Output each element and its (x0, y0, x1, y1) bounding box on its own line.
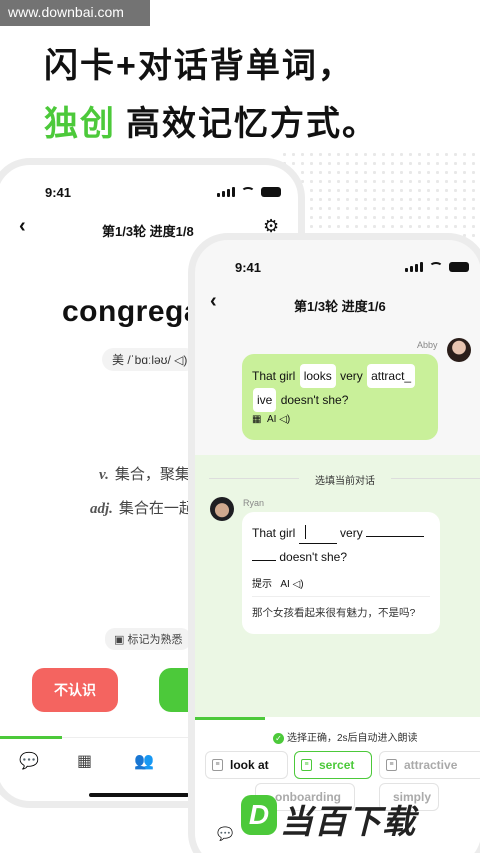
sentence-word: very (340, 369, 363, 383)
ai-speak-button[interactable]: AI ◁) (280, 579, 303, 590)
message-bubble-ryan: That girl very doesn't she? 提示 AI ◁) 那个女… (242, 512, 440, 634)
sentence-word: That girl (252, 369, 296, 383)
mark-familiar-label: 标记为熟悉 (127, 634, 183, 646)
option-icon: ≡ (301, 759, 312, 771)
status-icons (217, 187, 281, 197)
signal-icon (217, 187, 235, 197)
option-label: sercet (319, 758, 355, 772)
sentence-word: very (340, 526, 363, 540)
word-chip[interactable]: looks (299, 364, 336, 388)
option-attractive[interactable]: ≡ attractive (379, 751, 480, 779)
battery-icon (261, 187, 281, 197)
option-sercet[interactable]: ≡ sercet (294, 751, 372, 779)
fill-blank[interactable] (252, 560, 276, 561)
chat-icon[interactable]: 💬 (19, 751, 39, 771)
translation-text: 那个女孩看起来很有魅力，不是吗? (252, 607, 416, 619)
chat-icon[interactable]: 💬 (217, 826, 233, 842)
sentence-word: doesn't she? (280, 393, 349, 407)
nav-title: 第1/3轮 进度1/6 (294, 299, 386, 314)
sentence-word: doesn't she? (279, 550, 348, 564)
feedback-text: 选择正确，2s后自动进入朗读 (287, 733, 418, 744)
feedback-message: ✓ 选择正确，2s后自动进入朗读 (273, 729, 418, 744)
word-chip[interactable]: attract_ (367, 364, 416, 388)
divider (252, 596, 430, 597)
brand-name: 当百下载 (280, 803, 416, 840)
fill-blank[interactable] (298, 523, 337, 544)
phone-dialogue: 9:41 ‹ 第1/3轮 进度1/6 Abby That girl looks … (188, 233, 480, 853)
ai-speak-button[interactable]: AI ◁) (267, 414, 290, 425)
definition-text: 集合，聚集 (114, 466, 190, 483)
status-time: 9:41 (235, 260, 262, 275)
option-look-at[interactable]: ≡ look at (205, 751, 288, 779)
translate-icon[interactable]: ▦ (252, 414, 261, 425)
definition-1: v. 集合，聚集 (99, 463, 190, 484)
word-chip[interactable]: ive (253, 388, 277, 412)
mark-familiar-button[interactable]: ▣ 标记为熟悉 (105, 628, 192, 650)
option-label: look at (230, 758, 269, 772)
headline-rest: 高效记忆方式。 (126, 105, 378, 143)
headline-line1: 闪卡+对话背单词， (44, 47, 354, 85)
status-icons (405, 262, 469, 272)
hint-button[interactable]: 提示 (252, 579, 272, 590)
definition-pos: adj. (90, 501, 113, 517)
wifi-icon (241, 187, 255, 197)
back-icon[interactable]: ‹ (210, 290, 217, 313)
fill-blank[interactable] (366, 536, 425, 537)
watermark-url: www.downbai.com (0, 0, 150, 26)
battery-icon (449, 262, 469, 272)
option-label: attractive (404, 758, 458, 772)
unknown-button[interactable]: 不认识 (32, 668, 118, 712)
option-icon: ≡ (212, 759, 223, 771)
headline-accent: 独创 (44, 105, 116, 143)
text-cursor (304, 525, 306, 539)
tabbar-active-indicator (0, 736, 62, 739)
headline-line2: 独创 高效记忆方式。 (44, 96, 378, 145)
phonetic-button[interactable]: 美 /ˈbɑːləʊ/ ◁) (102, 348, 198, 371)
section-title: 选填当前对话 (315, 476, 375, 487)
grid-icon[interactable]: ▦ (77, 751, 92, 771)
speaker-name-abby: Abby (417, 340, 438, 350)
check-icon: ✓ (273, 733, 284, 744)
speaker-name-ryan: Ryan (243, 498, 265, 508)
definition-pos: v. (99, 467, 109, 483)
status-time: 9:41 (45, 185, 72, 200)
signal-icon (405, 262, 423, 272)
message-bubble-abby: That girl looks very attract_ ive doesn'… (242, 354, 438, 440)
sentence-word: That girl (252, 526, 296, 540)
wifi-icon (429, 262, 443, 272)
home-indicator (89, 793, 189, 797)
back-icon[interactable]: ‹ (19, 215, 26, 238)
avatar-ryan (210, 497, 234, 521)
progress-bar (195, 717, 265, 720)
option-icon: ≡ (386, 759, 397, 771)
avatar-abby (447, 338, 471, 362)
nav-title: 第1/3轮 进度1/8 (102, 224, 194, 239)
brand-logo: D (241, 795, 277, 835)
people-icon[interactable]: 👥 (134, 751, 154, 771)
